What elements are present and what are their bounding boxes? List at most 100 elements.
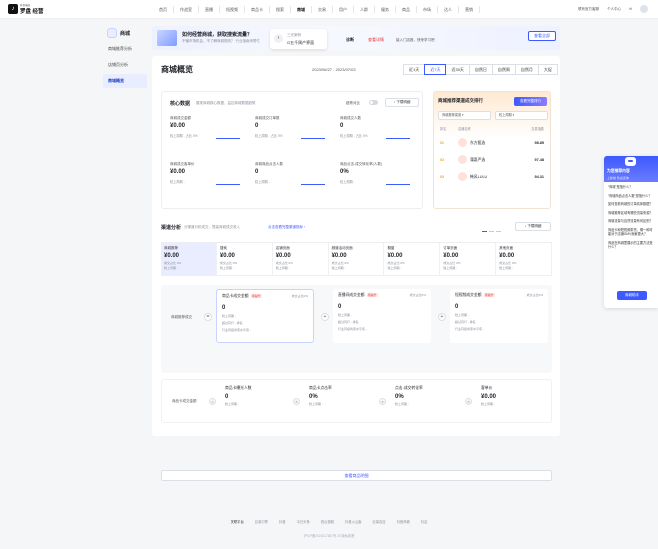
plus-icon: + <box>438 313 446 321</box>
channel-share: 成交占比 0% <box>219 261 238 265</box>
nav-item[interactable]: 人群 <box>354 6 375 13</box>
personal-center-link[interactable]: 个人中心 <box>607 7 621 12</box>
nav-item[interactable]: 营销 <box>459 6 480 13</box>
carousel-dots[interactable] <box>482 231 501 232</box>
full-rank-button[interactable]: 查看完整排行 <box>514 97 547 106</box>
assistant-question[interactable]: “商城”是指什么？ <box>608 185 654 190</box>
metric-value: 0 <box>340 123 344 129</box>
range-tab[interactable]: 自然周 <box>491 64 516 75</box>
nav-item[interactable]: 首页 <box>153 6 174 13</box>
core-data-card: 核心数据 展现商城核心数据，监控商城数据趋势 趋势对比 ↓ 下载明细 商城成交金… <box>161 91 423 209</box>
channel-select[interactable]: 商城推荐渠道 ▾ <box>438 111 491 120</box>
channel-item[interactable]: 搜索 ¥0.00 成交占比 0% 较上周期 - <box>217 243 273 275</box>
sidebar-item[interactable]: 商城概览 <box>103 74 147 88</box>
channel-download-button[interactable]: ↓ 下载明细 <box>515 222 551 231</box>
sidebar-item[interactable]: 商城推荐分析 <box>103 42 147 56</box>
nav-item[interactable]: 服务 <box>375 6 396 13</box>
footer-link[interactable]: 抖音商城 <box>397 519 410 524</box>
range-tab[interactable]: 近1天 <box>403 64 426 75</box>
multiply-icon: × <box>465 398 472 405</box>
assistant-question[interactable]: 如何查看商城的订单具体数据？ <box>608 202 654 207</box>
core-subtitle: 展现商城核心数据，监控商城数据趋势 <box>196 101 256 105</box>
nav-item[interactable]: 用户 <box>333 6 354 13</box>
core-download-button[interactable]: ↓ 下载明细 <box>385 98 419 107</box>
flow-card-line: 行业同级商家水平值 - <box>455 327 484 331</box>
footer-link[interactable]: 抖音火山版 <box>345 519 361 524</box>
flow-card[interactable]: 短视频成交金额 待提升 成交占比0% 0 较上周期 - 超过同行 - 排名 行业同级商家水平… <box>450 289 548 343</box>
rank-row[interactable]: 02 蒲惠严选 97.48 <box>438 153 548 167</box>
assistant-question[interactable]: 商城流量与自然流量有何区别？ <box>608 219 654 224</box>
footer-link[interactable]: 抖音 <box>279 519 286 524</box>
channel-item[interactable]: 订单页面 ¥0.00 成交占比 0% 较上周期 - <box>440 243 497 275</box>
flow2-item[interactable]: 商品卡曝光人数 0 较上周期 - <box>225 386 295 406</box>
flow-card-line: 超过同行 - 排名 <box>455 320 476 324</box>
rank-row[interactable]: 03 韩风LULU 94.31 <box>438 170 548 184</box>
nav-item[interactable]: 市场 <box>417 6 438 13</box>
avatar[interactable] <box>640 5 648 13</box>
flow2-item[interactable]: 点击-成交转化率 0% 较上周期 - <box>395 386 465 406</box>
compare-label: 趋势对比 <box>346 101 360 105</box>
nav-item[interactable]: 商品 <box>396 6 417 13</box>
channel-item[interactable]: 橱窗 ¥0.00 成交占比 0% 较上周期 - <box>384 243 441 275</box>
assistant-button[interactable]: 商城助手 <box>617 291 647 300</box>
assistant-title: 为您推荐内容 <box>607 169 630 173</box>
trend-line <box>216 138 240 139</box>
flow-card-value: 0 <box>455 304 459 310</box>
nav-item[interactable]: 商品卡 <box>245 6 270 13</box>
nav-item[interactable]: 搜索 <box>270 6 291 13</box>
compare-toggle[interactable] <box>369 100 378 105</box>
range-tab[interactable]: 大促 <box>537 64 558 75</box>
footer-link[interactable]: 西瓜视频 <box>321 519 334 524</box>
nav-item[interactable]: 交易 <box>312 6 333 13</box>
nav-item[interactable]: 商城 <box>291 6 312 13</box>
channel-item[interactable]: 其他页面 ¥0.00 成交占比 0% 较上周期 - <box>496 243 553 275</box>
range-tab[interactable]: 近30天 <box>445 64 470 75</box>
flow2-foot: 较上周期 - <box>225 402 239 406</box>
range-tab[interactable]: 自然日 <box>468 64 493 75</box>
nav-item[interactable]: 短视频 <box>220 6 245 13</box>
footer-link[interactable]: 巨量引擎 <box>255 519 268 524</box>
flow2-item[interactable]: 商品卡点击率 0% 较上周期 - <box>309 386 379 406</box>
date-range[interactable]: 2023/06/27 - 2023/07/03 <box>312 67 356 72</box>
channel-value: ¥0.00 <box>443 253 459 259</box>
assistant-question[interactable]: 商品在商城里展示的主要方法是什么？ <box>608 241 654 250</box>
nav-item[interactable]: 直播 <box>199 6 220 13</box>
trend-line <box>301 138 325 139</box>
logo[interactable]: ♪ 抖音电商 罗盘 经营 <box>8 3 44 15</box>
channel-share: 成交占比 0% <box>443 261 461 265</box>
channel-subtitle: 分渠道分析成交，提高商城成交收入 <box>184 225 240 229</box>
assistant-question[interactable]: 商品卡和短视频带货，哪一种可能对于店铺GMV贡献更大？ <box>608 228 654 237</box>
nav-item[interactable]: 达人 <box>438 6 459 13</box>
channel-title: 渠道分析 <box>161 225 182 231</box>
metric-value: 0 <box>255 169 259 175</box>
footer-link[interactable]: 今日头条 <box>297 519 310 524</box>
view-product-details-button[interactable]: 查看商品明细 <box>161 470 552 481</box>
channel-item[interactable]: 店铺页面 ¥0.00 成交占比 0% 较上周期 - <box>273 243 329 275</box>
period-select[interactable]: 较上周期 ▾ <box>495 111 548 120</box>
assistant-question[interactable]: “商城商品点击人数”是指什么？ <box>608 194 654 199</box>
range-tab[interactable]: 近7天 <box>424 64 447 75</box>
contact-link[interactable]: 联系官方客服 <box>578 7 599 12</box>
metric-item: 商城成交订单数 0 较上周期 - 占比 0% <box>255 116 335 156</box>
assistant-greeting: 上新前 欢迎咨询 <box>607 176 629 180</box>
footer-link[interactable]: 巨量百应 <box>372 519 385 524</box>
assistant-question[interactable]: 商城推荐区域有哪些流量来源？ <box>608 211 654 216</box>
footer-link[interactable]: 关联平台 <box>231 519 244 524</box>
nav-item[interactable]: 作战室 <box>174 6 199 13</box>
banner-case-card[interactable]: › 三天案例 G五千周产界面 <box>270 29 327 49</box>
rank-row[interactable]: 01 东方甄选 98.85 <box>438 136 548 150</box>
core-title: 核心数据 <box>170 101 191 107</box>
sidebar-item[interactable]: 店铺页分析 <box>103 58 147 72</box>
footer-link[interactable]: 抖店 <box>421 519 428 524</box>
flow-card[interactable]: 直播间成交金额 待提升 成交占比0% 0 较上周期 - 超过同行 - 排名 行业同级商家水平… <box>333 289 431 343</box>
mail-icon[interactable]: ✉ <box>629 7 632 11</box>
channel-foot: 较上周期 - <box>164 266 178 270</box>
channel-item[interactable]: 频道活动页面 ¥0.00 成交占比 0% 较上周期 - <box>329 243 385 275</box>
channel-metrics-link[interactable]: 点击查看完整渠道指标 › <box>268 225 305 230</box>
flow-card[interactable]: 商品卡成交金额 待提升 成交占比0% 0 较上周期 - 超过同行 - 排名 行业同级商家水平… <box>216 289 314 343</box>
channel-item[interactable]: 商城推荐 ¥0.00 成交占比 0% 较上周期 - <box>161 243 217 275</box>
flow2-item[interactable]: 客单价 ¥0.00 较上周期 - <box>481 386 551 406</box>
view-all-button[interactable]: 查看全部 <box>528 31 556 41</box>
banner-detail-link[interactable]: 查看详情 <box>368 37 384 43</box>
range-tab[interactable]: 自然月 <box>514 64 539 75</box>
